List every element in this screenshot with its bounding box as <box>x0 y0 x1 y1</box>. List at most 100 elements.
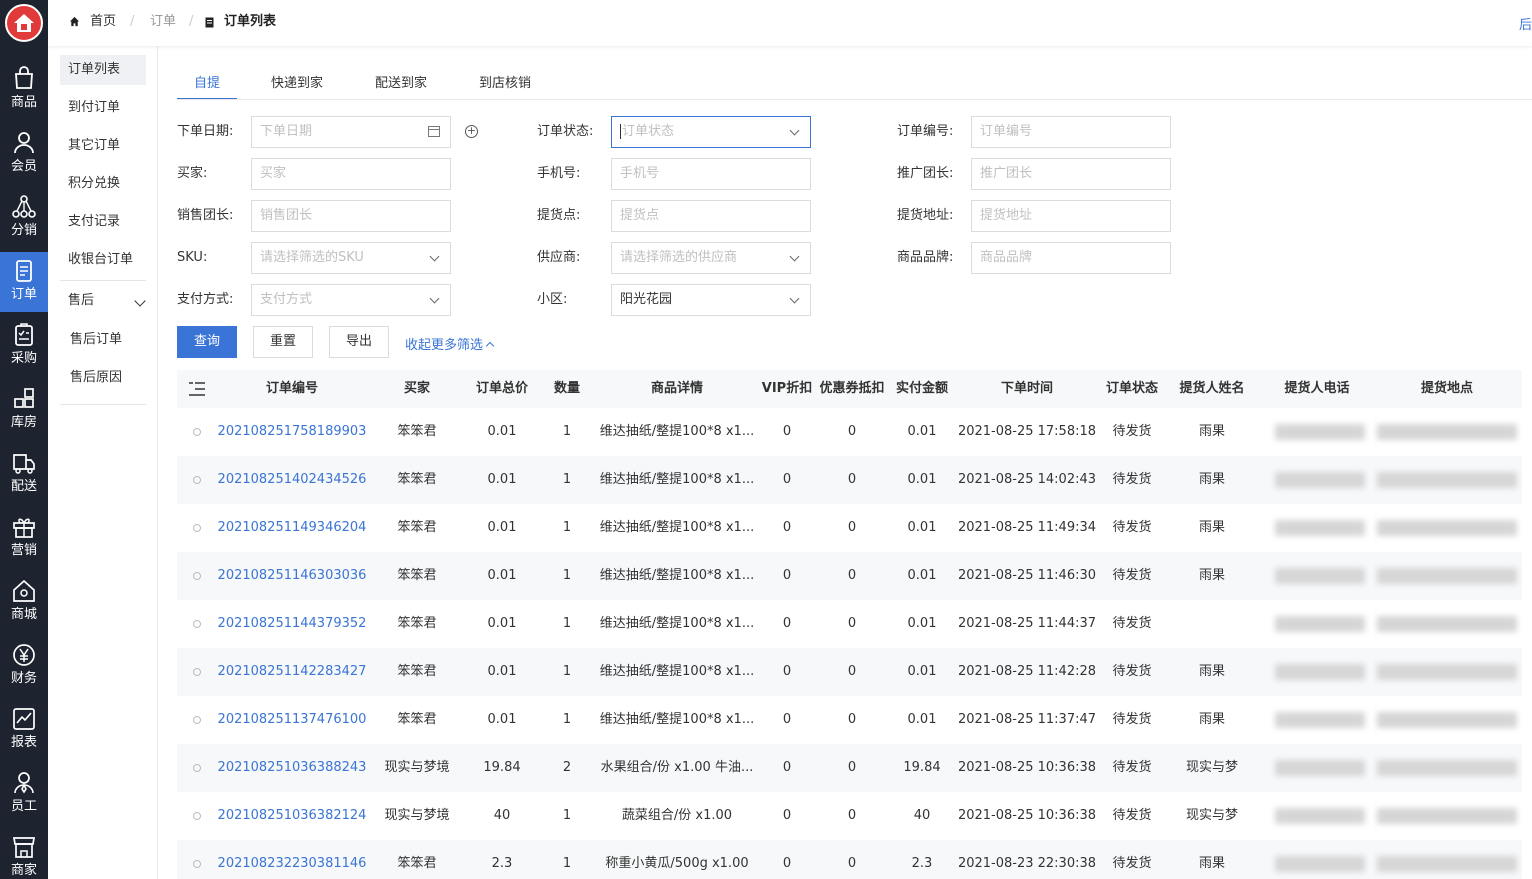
brand-input[interactable]: 商品品牌 <box>971 242 1171 274</box>
row-select-radio[interactable] <box>193 860 201 868</box>
promoter-label: 推广团长: <box>897 166 954 181</box>
cell-order-no[interactable]: 202108232230381146 <box>212 840 372 879</box>
rail-item-truck[interactable]: 配送 <box>0 444 48 504</box>
cell-order-no[interactable]: 202108251137476100 <box>212 696 372 744</box>
rail-item-share-network[interactable]: 分销 <box>0 188 48 248</box>
table-row[interactable]: 202108251036382124 现实与梦境 40 1 蔬菜组合/份 x1.00 0 0… <box>177 792 1522 840</box>
cell-status: 待发货 <box>1112 568 1152 583</box>
submenu-item-other-orders[interactable]: 其它订单 <box>60 131 146 161</box>
phone-input[interactable]: 手机号 <box>611 158 811 190</box>
table-row[interactable]: 202108251036388243 现实与梦境 19.84 2 水果组合/份 x1.0… <box>177 744 1522 792</box>
table-row[interactable]: 202108251137476100 笨笨君 0.01 1 维达抽纸/整提100*8 x… <box>177 696 1522 744</box>
supplier-select[interactable]: 请选择筛选的供应商 <box>611 242 811 274</box>
row-select-radio[interactable] <box>193 668 201 676</box>
cell-order-no[interactable]: 202108251142283427 <box>212 648 372 696</box>
table-row[interactable]: 202108251149346204 笨笨君 0.01 1 维达抽纸/整提100*8 x… <box>177 504 1522 552</box>
cell-vip: 0 <box>782 664 792 679</box>
pay-method-select[interactable]: 支付方式 <box>251 284 451 316</box>
rail-item-gift[interactable]: 营销 <box>0 508 48 568</box>
rail-item-user[interactable]: 会员 <box>0 124 48 184</box>
submenu-group-after-sale[interactable]: 售后 <box>60 286 146 316</box>
cell-order-no[interactable]: 202108251146303036 <box>212 552 372 600</box>
order-status-select[interactable]: 订单状态 <box>611 116 811 148</box>
collapse-filters-link[interactable]: 收起更多筛选 <box>405 334 495 353</box>
orders-table-header: 订单编号 买家 订单总价 数量 商品详情 VIP折扣 优惠券抵扣 实付金额 下单时间 订单状态 提货… <box>177 370 1522 408</box>
community-select[interactable]: 阳光花园 <box>611 284 811 316</box>
submenu-item-after-sale-orders[interactable]: 售后订单 <box>60 325 146 355</box>
cell-total: 0.01 <box>487 664 517 679</box>
row-select-radio[interactable] <box>193 524 201 532</box>
sku-select[interactable]: 请选择筛选的SKU <box>251 242 451 274</box>
rail-item-shop[interactable]: 商家 <box>0 828 48 879</box>
breadcrumb-home[interactable]: 首页 <box>90 14 116 30</box>
export-button[interactable]: 导出 <box>329 326 389 358</box>
buyer-label: 买家: <box>177 166 208 181</box>
row-select-radio[interactable] <box>193 716 201 724</box>
buyer-input[interactable]: 买家 <box>251 158 451 190</box>
cell-order-no[interactable]: 202108251402434526 <box>212 456 372 504</box>
table-row[interactable]: 202108251402434526 笨笨君 0.01 1 维达抽纸/整提100*8 x… <box>177 456 1522 504</box>
tab-self-pickup[interactable]: 自提 <box>177 72 237 100</box>
table-row[interactable]: 202108251146303036 笨笨君 0.01 1 维达抽纸/整提100*8 x… <box>177 552 1522 600</box>
tab-express-delivery[interactable]: 快递到家 <box>262 72 332 100</box>
query-button[interactable]: 查询 <box>177 326 237 358</box>
pickup-location-redacted <box>1377 616 1517 632</box>
rail-item-clipboard[interactable]: 采购 <box>0 316 48 376</box>
row-select-radio[interactable] <box>193 764 201 772</box>
rail-item-label: 报表 <box>10 735 37 750</box>
cell-buyer: 笨笨君 <box>397 568 437 583</box>
add-circle-icon[interactable]: + <box>465 125 478 138</box>
breadcrumb-orders[interactable]: 订单 <box>150 14 176 30</box>
rail-item-staff[interactable]: 员工 <box>0 764 48 824</box>
rail-item-document[interactable]: 订单 <box>0 252 48 312</box>
rail-item-chart[interactable]: 报表 <box>0 700 48 760</box>
rail-item-yen[interactable]: 财务 <box>0 636 48 696</box>
row-select-radio[interactable] <box>193 476 201 484</box>
pickup-address-input[interactable]: 提货地址 <box>971 200 1171 232</box>
table-row[interactable]: 202108251758189903 笨笨君 0.01 1 维达抽纸/整提100*8 x… <box>177 408 1522 456</box>
header-right-link[interactable]: 后 <box>1519 14 1532 33</box>
rail-item-bag[interactable]: 商品 <box>0 60 48 120</box>
cell-qty: 1 <box>562 568 572 583</box>
rail-item-home-store[interactable]: 商城 <box>0 572 48 632</box>
row-select-radio[interactable] <box>193 812 201 820</box>
chevron-down-icon <box>789 251 800 262</box>
submenu-item-cod-orders[interactable]: 到付订单 <box>60 93 146 123</box>
cell-order-no[interactable]: 202108251758189903 <box>212 408 372 456</box>
cell-coupon: 0 <box>847 856 857 871</box>
clipboard-icon <box>15 323 33 346</box>
cell-total: 0.01 <box>487 568 517 583</box>
tab-store-verify[interactable]: 到店核销 <box>470 72 540 100</box>
table-row[interactable]: 202108251142283427 笨笨君 0.01 1 维达抽纸/整提100*8 x… <box>177 648 1522 696</box>
rail-item-warehouse[interactable]: 库房 <box>0 380 48 440</box>
promoter-input[interactable]: 推广团长 <box>971 158 1171 190</box>
order-no-input[interactable]: 订单编号 <box>971 116 1171 148</box>
submenu-item-points-exchange[interactable]: 积分兑换 <box>60 169 146 199</box>
collapse-filters-label: 收起更多筛选 <box>405 338 484 353</box>
order-date-picker[interactable]: 下单日期 <box>251 116 451 148</box>
row-select-radio[interactable] <box>193 572 201 580</box>
cell-order-no[interactable]: 202108251144379352 <box>212 600 372 648</box>
column-settings-icon[interactable] <box>189 382 205 396</box>
brand-logo[interactable] <box>5 4 43 42</box>
tab-home-delivery[interactable]: 配送到家 <box>366 72 436 100</box>
cell-order-no[interactable]: 202108251036382124 <box>212 792 372 840</box>
reset-button[interactable]: 重置 <box>253 326 313 358</box>
cell-order-no[interactable]: 202108251036388243 <box>212 744 372 792</box>
row-select-radio[interactable] <box>193 428 201 436</box>
pickup-point-input[interactable]: 提货点 <box>611 200 811 232</box>
cell-status: 待发货 <box>1112 616 1152 631</box>
sales-leader-input[interactable]: 销售团长 <box>251 200 451 232</box>
cell-order-no[interactable]: 202108251149346204 <box>212 504 372 552</box>
breadcrumb-separator: / <box>130 14 135 29</box>
table-row[interactable]: 202108232230381146 笨笨君 2.3 1 称重小黄瓜/500g x1.0… <box>177 840 1522 879</box>
submenu-item-after-sale-reasons[interactable]: 售后原因 <box>60 363 146 393</box>
row-select-radio[interactable] <box>193 620 201 628</box>
submenu-item-cashier-orders[interactable]: 收银台订单 <box>60 245 146 275</box>
main-nav-rail: 商品 会员 分销 订单 采购 库房 配送 营销 商城 财务报表员工 商家 <box>0 0 48 879</box>
cell-vip: 0 <box>782 760 792 775</box>
submenu-divider <box>60 404 146 405</box>
table-row[interactable]: 202108251144379352 笨笨君 0.01 1 维达抽纸/整提100*8 x… <box>177 600 1522 648</box>
submenu-item-order-list[interactable]: 订单列表 <box>60 55 146 85</box>
submenu-item-payment-records[interactable]: 支付记录 <box>60 207 146 237</box>
